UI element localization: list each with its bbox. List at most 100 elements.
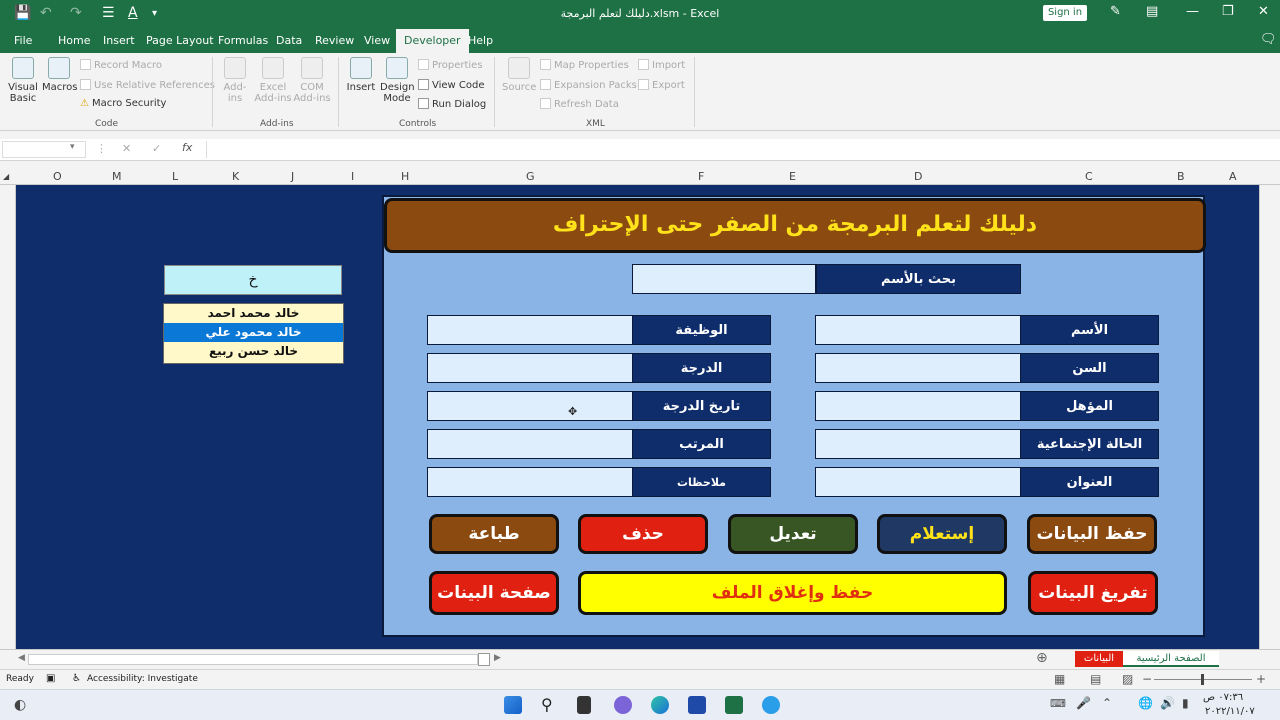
tab-page-layout[interactable]: Page Layout bbox=[146, 34, 214, 47]
tab-home[interactable]: Home bbox=[58, 34, 90, 47]
col-header-g[interactable]: G bbox=[526, 170, 535, 183]
excel-taskbar-icon[interactable] bbox=[725, 696, 743, 714]
delete-button[interactable]: حذف bbox=[578, 514, 708, 554]
refresh-data-button[interactable]: Refresh Data bbox=[540, 98, 619, 110]
col-header-e[interactable]: E bbox=[789, 170, 796, 183]
address-field[interactable] bbox=[815, 467, 1021, 497]
job-field[interactable] bbox=[427, 315, 633, 345]
edge-icon[interactable] bbox=[651, 696, 669, 714]
app-icon[interactable] bbox=[762, 696, 780, 714]
xml-source-button[interactable]: Source bbox=[502, 57, 536, 93]
chat-icon[interactable] bbox=[614, 696, 632, 714]
relative-references-button[interactable]: Use Relative References bbox=[80, 79, 215, 91]
cancel-icon[interactable]: ✕ bbox=[122, 142, 131, 155]
grade-date-field[interactable] bbox=[427, 391, 633, 421]
col-header-f[interactable]: F bbox=[698, 170, 704, 183]
language-icon[interactable]: 🌐 bbox=[1138, 696, 1153, 710]
microphone-icon[interactable]: 🎤 bbox=[1076, 696, 1091, 710]
list-item[interactable]: خالد محمود علي bbox=[164, 323, 343, 342]
clock-date[interactable]: ٢٠٢٢/١١/٠٧ bbox=[1205, 706, 1255, 717]
search-input[interactable] bbox=[632, 264, 816, 294]
sheet-tab-data[interactable]: البيانات bbox=[1075, 651, 1123, 667]
print-button[interactable]: طباعة bbox=[429, 514, 559, 554]
age-field[interactable] bbox=[815, 353, 1021, 383]
col-header-d[interactable]: D bbox=[914, 170, 922, 183]
col-header-j[interactable]: J bbox=[291, 170, 294, 183]
store-icon[interactable] bbox=[688, 696, 706, 714]
tab-view[interactable]: View bbox=[364, 34, 390, 47]
horizontal-scrollbar[interactable] bbox=[28, 654, 478, 665]
col-header-a[interactable]: A bbox=[1229, 170, 1237, 183]
col-header-b[interactable]: B bbox=[1177, 170, 1185, 183]
edit-button[interactable]: تعديل bbox=[728, 514, 858, 554]
design-mode-button[interactable]: Design Mode bbox=[380, 57, 415, 104]
col-header-i[interactable]: I bbox=[351, 170, 354, 183]
pen-icon[interactable]: ✎ bbox=[1110, 4, 1121, 19]
scroll-thumb[interactable] bbox=[478, 653, 490, 666]
list-item[interactable]: خالد محمد احمد bbox=[164, 304, 343, 323]
expansion-packs-button[interactable]: Expansion Packs bbox=[540, 79, 637, 91]
export-button[interactable]: Export bbox=[638, 79, 685, 91]
excel-addins-button[interactable]: Excel Add-ins bbox=[254, 57, 292, 104]
ribbon-display-icon[interactable]: ▤ bbox=[1146, 4, 1158, 19]
speaker-icon[interactable]: 🔊 bbox=[1160, 696, 1175, 710]
macros-button[interactable]: Macros bbox=[42, 57, 77, 93]
run-dialog-button[interactable]: Run Dialog bbox=[418, 98, 486, 110]
scroll-right-icon[interactable]: ▶ bbox=[494, 653, 501, 663]
names-listbox[interactable]: خالد محمد احمد خالد محمود علي خالد حسن ر… bbox=[163, 303, 344, 364]
comments-icon[interactable]: 🗨 bbox=[1260, 32, 1277, 47]
data-page-button[interactable]: صفحة البينات bbox=[429, 571, 559, 615]
enter-icon[interactable]: ✓ bbox=[152, 142, 161, 155]
name-box-dropdown-icon[interactable]: ▾ bbox=[70, 142, 75, 152]
minimize-icon[interactable]: — bbox=[1186, 4, 1199, 19]
import-button[interactable]: Import bbox=[638, 59, 685, 71]
sheet-tab-home[interactable]: الصفحة الرئيسية bbox=[1123, 651, 1219, 667]
map-properties-button[interactable]: Map Properties bbox=[540, 59, 629, 71]
name-field[interactable] bbox=[815, 315, 1021, 345]
tab-help[interactable]: Help bbox=[468, 34, 493, 47]
query-button[interactable]: إستعلام bbox=[877, 514, 1007, 554]
insert-control-button[interactable]: Insert bbox=[344, 57, 378, 93]
vertical-scrollbar[interactable] bbox=[0, 185, 16, 649]
formula-input[interactable] bbox=[206, 141, 1276, 158]
tab-review[interactable]: Review bbox=[315, 34, 354, 47]
col-header-o[interactable]: O bbox=[53, 170, 62, 183]
clock-time[interactable]: ٠٧:٣٦ ص bbox=[1203, 692, 1243, 703]
tab-data[interactable]: Data bbox=[276, 34, 302, 47]
normal-view-icon[interactable]: ▦ bbox=[1054, 672, 1065, 686]
battery-icon[interactable]: ▮ bbox=[1182, 696, 1189, 710]
start-icon[interactable] bbox=[504, 696, 522, 714]
select-all-icon[interactable]: ◢ bbox=[3, 172, 9, 181]
col-header-c[interactable]: C bbox=[1085, 170, 1093, 183]
tab-insert[interactable]: Insert bbox=[103, 34, 135, 47]
zoom-in-icon[interactable]: + bbox=[1256, 672, 1266, 686]
addins-button[interactable]: Add-ins bbox=[218, 57, 252, 104]
accessibility-icon[interactable]: ♿ bbox=[72, 673, 81, 684]
restore-icon[interactable]: ❐ bbox=[1222, 4, 1234, 19]
record-macro-button[interactable]: Record Macro bbox=[80, 59, 162, 71]
col-header-m[interactable]: M bbox=[112, 170, 122, 183]
insert-function-icon[interactable]: fx bbox=[182, 141, 192, 154]
col-header-k[interactable]: K bbox=[232, 170, 239, 183]
page-layout-icon[interactable]: ▤ bbox=[1090, 672, 1101, 686]
notes-field[interactable] bbox=[427, 467, 633, 497]
clear-data-button[interactable]: تفريغ البينات bbox=[1028, 571, 1158, 615]
close-icon[interactable]: ✕ bbox=[1258, 4, 1269, 19]
grade-field[interactable] bbox=[427, 353, 633, 383]
keyboard-icon[interactable]: ⌨ bbox=[1050, 697, 1066, 710]
macro-record-icon[interactable]: ▣ bbox=[46, 673, 55, 684]
properties-button[interactable]: Properties bbox=[418, 59, 483, 71]
tab-formulas[interactable]: Formulas bbox=[218, 34, 268, 47]
accessibility-status[interactable]: Accessibility: Investigate bbox=[87, 674, 198, 684]
page-break-icon[interactable]: ▨ bbox=[1122, 672, 1133, 686]
sign-in-button[interactable]: Sign in bbox=[1043, 5, 1087, 21]
qualification-field[interactable] bbox=[815, 391, 1021, 421]
task-view-icon[interactable] bbox=[577, 696, 591, 714]
search-icon[interactable]: ⚲ bbox=[541, 695, 553, 714]
macro-security-button[interactable]: ⚠ Macro Security bbox=[80, 98, 166, 109]
com-addins-button[interactable]: COM Add-ins bbox=[292, 57, 332, 104]
salary-field[interactable] bbox=[427, 429, 633, 459]
zoom-slider-thumb[interactable] bbox=[1201, 674, 1204, 685]
view-code-button[interactable]: View Code bbox=[418, 79, 485, 91]
marital-status-field[interactable] bbox=[815, 429, 1021, 459]
